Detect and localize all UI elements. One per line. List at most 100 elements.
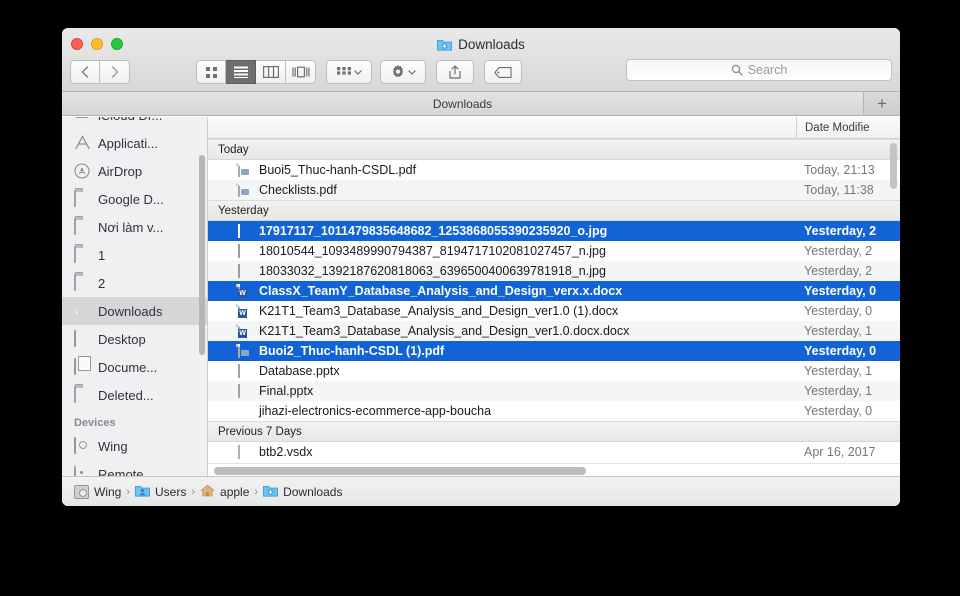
sidebar-item-icloud-drive[interactable]: iCloud Dr... xyxy=(62,117,207,129)
table-row[interactable]: jihazi-electronics-ecommerce-app-boucha … xyxy=(208,401,900,421)
breadcrumb-separator: › xyxy=(254,485,259,498)
action-menu-button[interactable] xyxy=(380,60,426,84)
file-name-cell: Database.pptx xyxy=(208,364,796,378)
file-name-cell: 18033032_1392187620818063_63965004006397… xyxy=(208,264,796,278)
table-row[interactable]: K21T1_Team3_Database_Analysis_and_Design… xyxy=(208,321,900,341)
file-name: Final.pptx xyxy=(259,384,314,398)
table-row[interactable]: Buoi2_Thuc-hanh-CSDL (1).pdf Yesterday, … xyxy=(208,341,900,361)
home-icon xyxy=(200,484,215,499)
sidebar-scrollbar[interactable] xyxy=(199,155,205,355)
group-label: Today xyxy=(218,143,249,156)
folder-icon xyxy=(74,217,91,236)
window-title: Downloads xyxy=(62,37,900,52)
toolbar: Search xyxy=(62,56,900,88)
horizontal-scrollbar-thumb[interactable] xyxy=(214,467,586,475)
sidebar-item-wing[interactable]: Wing xyxy=(62,432,207,460)
tab-downloads[interactable]: Downloads xyxy=(62,92,864,115)
plain-file-icon xyxy=(238,445,252,459)
file-date: Yesterday, 0 xyxy=(804,304,873,318)
folder-icon xyxy=(74,245,91,264)
sketch-icon xyxy=(238,404,252,418)
table-row[interactable]: 18010544_1093489990794387_81947171020810… xyxy=(208,241,900,261)
tab-bar: Downloads + xyxy=(62,92,900,116)
back-button[interactable] xyxy=(70,60,100,84)
file-name: ClassX_TeamY_Database_Analysis_and_Desig… xyxy=(259,284,623,298)
search-field[interactable]: Search xyxy=(626,59,892,81)
breadcrumb-item-wing[interactable]: Wing xyxy=(74,484,121,499)
vertical-scrollbar[interactable] xyxy=(890,143,897,189)
file-name-cell: 18010544_1093489990794387_81947171020810… xyxy=(208,244,796,258)
sidebar-item-desktop[interactable]: Desktop xyxy=(62,325,207,353)
table-row[interactable]: Buoi5_Thuc-hanh-CSDL.pdf Today, 21:13 xyxy=(208,160,900,180)
sidebar-item-applications[interactable]: Applicati... xyxy=(62,129,207,157)
group-header-yesterday: Yesterday xyxy=(208,200,900,221)
documents-icon xyxy=(74,357,91,376)
gallery-view-button[interactable] xyxy=(286,60,316,84)
search-icon xyxy=(731,64,743,76)
sidebar-item-airdrop[interactable]: AirDrop xyxy=(62,157,207,185)
arrange-button[interactable] xyxy=(326,60,372,84)
sidebar-item-1[interactable]: 1 xyxy=(62,241,207,269)
file-name: 18010544_1093489990794387_81947171020810… xyxy=(259,244,606,258)
horizontal-scrollbar-track[interactable] xyxy=(208,463,900,476)
breadcrumb-label: apple xyxy=(220,484,250,499)
sidebar-item-documents[interactable]: Docume... xyxy=(62,353,207,381)
sidebar-item-downloads[interactable]: Downloads xyxy=(62,297,207,325)
column-header-date-modified[interactable]: Date Modifie xyxy=(796,117,900,138)
folder-icon xyxy=(74,189,91,208)
sidebar-list: iCloud Dr... Applicati... xyxy=(62,117,207,476)
sidebar-item-label: Google D... xyxy=(98,191,164,207)
file-name: btb2.vsdx xyxy=(259,445,313,459)
breadcrumb-item-downloads[interactable]: Downloads xyxy=(263,484,342,499)
sidebar-item-noi-lam-viec[interactable]: Nơi làm v... xyxy=(62,213,207,241)
search-placeholder: Search xyxy=(747,63,788,77)
sidebar-item-label: Applicati... xyxy=(98,135,158,151)
table-row[interactable]: Database.pptx Yesterday, 1 xyxy=(208,361,900,381)
file-date: Apr 16, 2017 xyxy=(804,445,876,459)
sidebar-item-label: AirDrop xyxy=(98,163,143,179)
sidebar-item-deleted[interactable]: Deleted... xyxy=(62,381,207,409)
desktop-icon xyxy=(74,329,91,348)
path-bar: Wing › Users › apple › Downloads xyxy=(62,476,900,506)
breadcrumb-item-users[interactable]: Users xyxy=(135,484,186,499)
sidebar-item-2[interactable]: 2 xyxy=(62,269,207,297)
column-view-button[interactable] xyxy=(256,60,286,84)
file-date: Yesterday, 2 xyxy=(804,244,873,258)
nav-buttons xyxy=(70,60,130,84)
table-row[interactable]: btb2.vsdx Apr 16, 2017 xyxy=(208,442,900,462)
gear-icon xyxy=(391,65,405,79)
file-name-cell: btb2.vsdx xyxy=(208,445,796,459)
sidebar-item-google-drive[interactable]: Google D... xyxy=(62,185,207,213)
file-rows: Today Buoi5_Thuc-hanh-CSDL.pdf Today, 21… xyxy=(208,139,900,476)
photo-icon xyxy=(238,264,252,278)
group-header-today: Today xyxy=(208,139,900,160)
file-date: Yesterday, 0 xyxy=(804,284,877,298)
table-row[interactable]: Checklists.pdf Today, 11:38 xyxy=(208,180,900,200)
table-row[interactable]: Final.pptx Yesterday, 1 xyxy=(208,381,900,401)
forward-button[interactable] xyxy=(100,60,130,84)
icon-view-button[interactable] xyxy=(196,60,226,84)
list-view-button[interactable] xyxy=(226,60,256,84)
word-icon xyxy=(238,324,252,338)
breadcrumb-item-apple[interactable]: apple xyxy=(200,484,249,499)
breadcrumb-label: Users xyxy=(155,484,187,499)
sidebar-item-remote-disc[interactable]: Remote... xyxy=(62,460,207,476)
new-tab-button[interactable]: + xyxy=(864,92,900,115)
chevron-down-icon xyxy=(407,69,416,75)
sidebar-group-devices-label: Devices xyxy=(74,417,116,429)
file-name-cell: Buoi5_Thuc-hanh-CSDL.pdf xyxy=(208,163,796,177)
table-row[interactable]: 18033032_1392187620818063_63965004006397… xyxy=(208,261,900,281)
file-date: Yesterday, 1 xyxy=(804,364,873,378)
file-name-cell: ClassX_TeamY_Database_Analysis_and_Desig… xyxy=(208,284,796,298)
share-button[interactable] xyxy=(436,60,474,84)
share-icon xyxy=(449,65,461,79)
pdf-icon xyxy=(238,163,252,177)
table-row[interactable]: 17917117_1011479835648682_12538680553902… xyxy=(208,221,900,241)
table-row[interactable]: ClassX_TeamY_Database_Analysis_and_Desig… xyxy=(208,281,900,301)
tags-button[interactable] xyxy=(484,60,522,84)
file-date: Yesterday, 1 xyxy=(804,324,873,338)
folder-icon xyxy=(74,385,91,404)
table-row[interactable]: K21T1_Team3_Database_Analysis_and_Design… xyxy=(208,301,900,321)
titlebar: Downloads Search xyxy=(62,28,900,92)
file-date: Yesterday, 1 xyxy=(804,384,873,398)
